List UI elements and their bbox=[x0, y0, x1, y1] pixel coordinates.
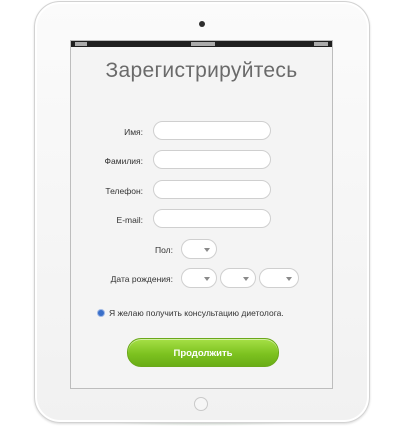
signal-icon bbox=[75, 42, 87, 46]
email-label: E-mail: bbox=[116, 215, 143, 225]
tablet-screen: Зарегистрируйтесь Имя: Фамилия: Телефон:… bbox=[70, 40, 333, 389]
status-bar bbox=[71, 41, 332, 47]
birth-day-select[interactable] bbox=[181, 268, 217, 288]
birth-year-select[interactable] bbox=[259, 268, 299, 288]
chevron-down-icon bbox=[243, 277, 249, 281]
first-name-input[interactable] bbox=[153, 121, 271, 140]
birth-month-select[interactable] bbox=[220, 268, 256, 288]
consultation-option[interactable]: Я желаю получить консультацию диетолога. bbox=[98, 308, 284, 318]
battery-icon bbox=[314, 42, 328, 46]
chevron-down-icon bbox=[286, 277, 292, 281]
last-name-label: Фамилия: bbox=[104, 156, 143, 166]
home-button[interactable] bbox=[194, 397, 208, 411]
phone-input[interactable] bbox=[153, 180, 271, 199]
consultation-label: Я желаю получить консультацию диетолога. bbox=[109, 308, 284, 318]
tablet-frame: Зарегистрируйтесь Имя: Фамилия: Телефон:… bbox=[34, 1, 370, 423]
phone-label: Телефон: bbox=[105, 186, 143, 196]
clock-indicator bbox=[191, 42, 215, 46]
chevron-down-icon bbox=[204, 277, 210, 281]
camera-icon bbox=[199, 21, 205, 27]
birthdate-label: Дата рождения: bbox=[110, 274, 173, 284]
continue-button[interactable]: Продолжить bbox=[127, 338, 279, 367]
gender-label: Пол: bbox=[155, 245, 173, 255]
last-name-input[interactable] bbox=[153, 150, 271, 169]
gender-select[interactable] bbox=[181, 239, 217, 259]
email-input[interactable] bbox=[153, 209, 271, 228]
first-name-label: Имя: bbox=[124, 127, 143, 137]
chevron-down-icon bbox=[204, 248, 210, 252]
radio-selected-icon[interactable] bbox=[98, 310, 104, 316]
page-title: Зарегистрируйтесь bbox=[105, 59, 298, 82]
